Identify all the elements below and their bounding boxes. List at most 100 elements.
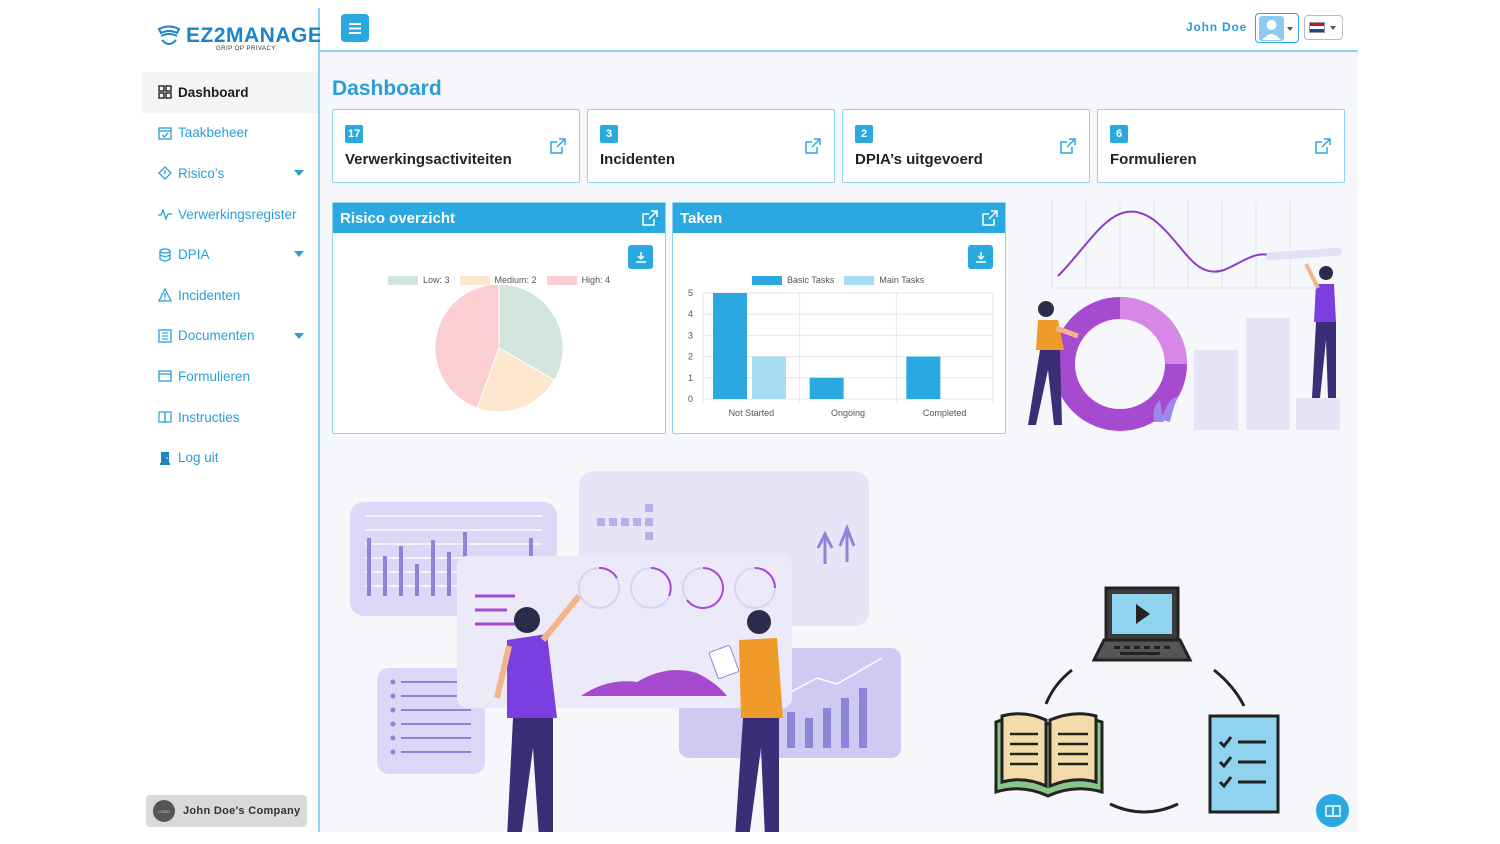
external-link-icon[interactable] (804, 137, 822, 155)
chevron-down-icon[interactable] (294, 170, 304, 177)
stat-count: 6 (1110, 125, 1128, 143)
legend-swatch (459, 275, 490, 285)
external-link-icon[interactable] (1059, 137, 1077, 155)
stat-label: Incidenten (600, 151, 676, 168)
panel-title: Taken (680, 209, 723, 227)
risk-pie-chart (434, 285, 564, 413)
sidebar-item-label: Log uit (178, 450, 219, 466)
sidebar-nav: Dashboard Taakbeheer Risico’s Verwerking… (142, 72, 318, 478)
bar-basic-tasks[interactable] (809, 377, 844, 399)
legend-item-high[interactable]: High: 4 (546, 275, 611, 285)
stat-label: Formulieren (1110, 151, 1197, 168)
brand-logo[interactable]: EZ2MANAGE GRIP OP PRIVACY (156, 20, 322, 58)
y-tick-label: 1 (688, 373, 693, 383)
tasks-bar-chart: 0 1 2 3 4 5 Not Started Ongoing Completed (688, 288, 994, 418)
download-icon (635, 252, 646, 263)
legend-item-low[interactable]: Low: 3 (388, 275, 450, 285)
document-icon (158, 329, 172, 343)
database-icon (158, 248, 172, 262)
legend-swatch (388, 275, 418, 285)
sidebar-item-dpia[interactable]: DPIA (142, 234, 318, 275)
avatar (1259, 16, 1284, 41)
chevron-down-icon[interactable] (294, 251, 304, 258)
analytics-illustration (1028, 202, 1342, 431)
sidebar-item-taakbeheer[interactable]: Taakbeheer (142, 113, 318, 154)
stat-count: 3 (600, 125, 618, 143)
y-tick-label: 2 (688, 352, 693, 362)
legend-label: Main Tasks (879, 275, 925, 285)
sidebar-item-label: Taakbeheer (178, 125, 249, 141)
sidebar-item-incidenten[interactable]: Incidenten (142, 275, 318, 316)
download-icon (975, 252, 986, 263)
book-icon (158, 410, 172, 424)
legend-label: Basic Tasks (787, 275, 835, 285)
stat-card-verwerkingsactiviteiten[interactable]: 17 Verwerkingsactiviteiten (332, 109, 580, 183)
brand-name: EZ2MANAGE (186, 24, 323, 47)
calendar-check-icon (158, 126, 172, 140)
stat-label: Verwerkingsactiviteiten (345, 151, 512, 168)
panel-title: Risico overzicht (340, 209, 456, 227)
download-button[interactable] (628, 245, 653, 269)
y-tick-label: 4 (688, 309, 693, 319)
sidebar-item-label: Documenten (178, 328, 255, 344)
help-button[interactable] (1316, 794, 1349, 827)
legend-swatch (546, 275, 577, 285)
menu-toggle-button[interactable] (341, 14, 369, 42)
legend-item-medium[interactable]: Medium: 2 (459, 275, 537, 285)
company-name: John Doe's Company (183, 805, 301, 817)
language-select[interactable] (1304, 15, 1343, 40)
chevron-down-icon (1287, 27, 1293, 31)
chart-legend: Basic Tasks Main Tasks (752, 275, 934, 285)
sidebar-item-dashboard[interactable]: Dashboard (142, 72, 318, 113)
stat-card-incidenten[interactable]: 3 Incidenten (587, 109, 835, 183)
brand-tagline: GRIP OP PRIVACY (216, 46, 276, 52)
stat-count: 2 (855, 125, 873, 143)
sidebar-item-risicos[interactable]: Risico’s (142, 153, 318, 194)
sidebar-item-label: DPIA (178, 247, 210, 263)
stat-card-dpias[interactable]: 2 DPIA’s uitgevoerd (842, 109, 1090, 183)
legend-label: High: 4 (581, 275, 611, 285)
bar-main-tasks[interactable] (752, 356, 786, 399)
legend-label: Low: 3 (423, 275, 450, 285)
stat-card-formulieren[interactable]: 6 Formulieren (1097, 109, 1345, 183)
panel-header: Taken (673, 203, 1005, 233)
sidebar: EZ2MANAGE GRIP OP PRIVACY Dashboard Taak… (142, 8, 322, 832)
external-link-icon[interactable] (641, 209, 659, 227)
risk-overview-panel: Risico overzicht Low: 3 Medium: 2 High: … (332, 202, 666, 434)
user-menu-button[interactable] (1255, 13, 1299, 43)
x-tick-label: Completed (923, 408, 967, 418)
sidebar-item-label: Dashboard (178, 84, 249, 100)
panel-header: Risico overzicht (333, 203, 665, 233)
dashboard-icon (158, 85, 172, 99)
sidebar-item-verwerkingsregister[interactable]: Verwerkingsregister (142, 194, 318, 235)
activity-icon (158, 207, 172, 221)
x-tick-label: Not Started (729, 408, 775, 418)
external-link-icon[interactable] (549, 137, 567, 155)
chevron-down-icon (1330, 26, 1336, 30)
bar-basic-tasks[interactable] (906, 356, 941, 399)
learning-cycle-illustration (994, 586, 1280, 814)
y-tick-label: 0 (688, 394, 693, 404)
chevron-down-icon[interactable] (294, 332, 304, 339)
download-button[interactable] (968, 245, 993, 269)
sidebar-item-instructies[interactable]: Instructies (142, 397, 318, 438)
sidebar-item-label: Instructies (178, 409, 240, 425)
legend-item-basic-tasks[interactable]: Basic Tasks (752, 275, 834, 285)
y-tick-label: 5 (688, 288, 693, 298)
sidebar-item-label: Incidenten (178, 287, 241, 303)
external-link-icon[interactable] (1314, 137, 1332, 155)
tasks-panel: Taken Basic Tasks Main Tasks 0 1 2 3 4 5 Not S… (672, 202, 1006, 434)
y-tick-label: 3 (688, 330, 693, 340)
sidebar-item-log-uit[interactable]: Log uit (142, 437, 318, 478)
sidebar-item-label: Verwerkingsregister (178, 206, 297, 222)
company-switcher[interactable]: LOGO John Doe's Company (146, 795, 307, 827)
team-analytics-illustration (350, 471, 901, 832)
flag-nl-icon (1309, 22, 1325, 33)
sidebar-item-documenten[interactable]: Documenten (142, 316, 318, 357)
stat-count: 17 (345, 125, 364, 143)
legend-item-main-tasks[interactable]: Main Tasks (844, 275, 924, 285)
sidebar-item-formulieren[interactable]: Formulieren (142, 356, 318, 397)
external-link-icon[interactable] (981, 209, 999, 227)
app-window: EZ2MANAGE GRIP OP PRIVACY Dashboard Taak… (142, 8, 1358, 832)
bar-basic-tasks[interactable] (713, 293, 747, 399)
